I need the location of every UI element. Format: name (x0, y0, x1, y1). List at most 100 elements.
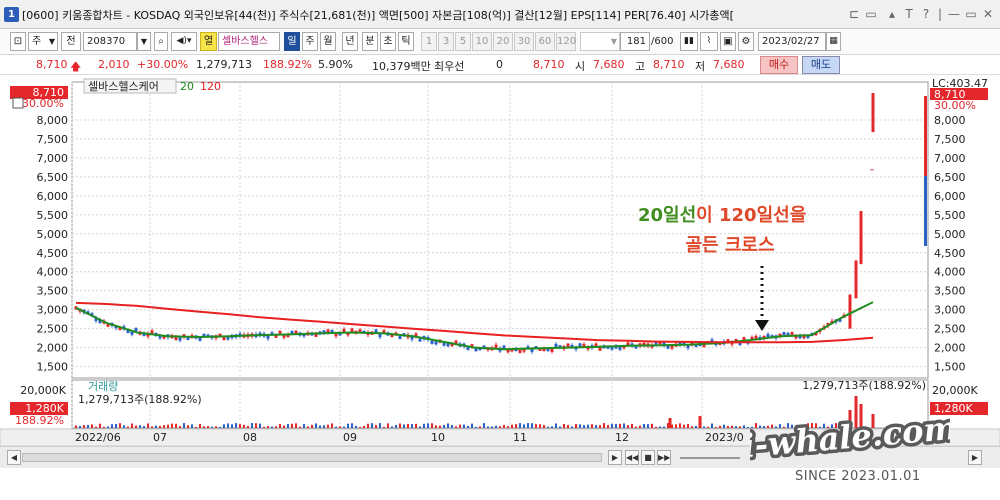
volume-bar (507, 426, 509, 428)
interval-30[interactable]: 30 (514, 32, 534, 51)
zoom-slider[interactable] (680, 457, 740, 459)
y-tick-label-right: 7,000 (934, 152, 966, 165)
caret-up-icon[interactable]: ▴ (885, 6, 899, 22)
volume-bar (587, 424, 589, 428)
tab-minute[interactable]: 분 (362, 32, 378, 51)
chart-panel[interactable]: 8,000 8,000 7,500 7,500 7,000 7,000 6,500 6,500… (0, 76, 1000, 447)
tab-month[interactable]: 월 (320, 32, 336, 51)
col-button[interactable]: 열 (200, 32, 217, 51)
volume-bar (491, 426, 493, 428)
candle-body (518, 349, 522, 353)
close-icon[interactable]: ✕ (981, 6, 995, 22)
save-icon[interactable]: ▣ (720, 32, 736, 51)
sell-button[interactable]: 매도 (802, 56, 840, 74)
interval-60[interactable]: 60 (535, 32, 555, 51)
last-page-icon[interactable]: ▶▶ (657, 450, 671, 465)
count-input[interactable]: 181 (620, 32, 650, 51)
gear-icon[interactable]: ⚙ (738, 32, 754, 51)
window-title: [0600] 키움종합차트 - KOSDAQ 외국인보유[44(천)] 주식수[… (22, 9, 734, 22)
first-page-icon[interactable]: ◀◀ (625, 450, 639, 465)
volume-bar (551, 426, 553, 428)
volume-bar (631, 423, 633, 428)
volume-bar (247, 425, 249, 428)
volume-bar (267, 426, 269, 428)
volume-bar (555, 423, 557, 428)
volume-bar (639, 425, 641, 428)
help-icon[interactable]: ? (919, 6, 933, 22)
interval-5[interactable]: 5 (455, 32, 471, 51)
x-tick-label: 08 (243, 431, 257, 444)
scroll-end-icon[interactable]: ▶ (968, 450, 982, 465)
y-tick-label-left: 2,500 (37, 323, 69, 336)
calendar-icon[interactable]: ▦ (826, 32, 841, 51)
code-dropdown-icon[interactable]: ▼ (137, 32, 151, 51)
x-tick-label: 11 (513, 431, 527, 444)
layout-icon[interactable]: ⊏ (847, 6, 861, 22)
buy-button[interactable]: 매수 (760, 56, 798, 74)
tab-week[interactable]: 주 (302, 32, 318, 51)
sound-icon[interactable]: ◀)▾ (171, 32, 197, 51)
search-icon[interactable]: ⌕ (154, 32, 168, 51)
scroll-track[interactable] (22, 453, 602, 462)
all-select[interactable]: 전 (61, 32, 81, 51)
candle-body (578, 343, 582, 347)
maximize-icon[interactable]: ▭ (964, 6, 978, 22)
volume-bar (655, 426, 657, 428)
tab-year[interactable]: 년 (342, 32, 358, 51)
price-chart[interactable]: 8,000 8,000 7,500 7,500 7,000 7,000 6,500 6,500… (0, 76, 1000, 447)
volume-ratio: 188.92% (263, 58, 312, 71)
y-tick-label-left: 7,500 (37, 133, 69, 146)
volume-bar (563, 423, 565, 428)
interval-custom-input[interactable]: ▼ (580, 32, 620, 51)
interval-10[interactable]: 10 (472, 32, 492, 51)
volume-bar (79, 426, 81, 428)
date-input[interactable]: 2023/02/27 (758, 32, 826, 51)
scroll-left-icon[interactable]: ◀ (7, 450, 21, 465)
app-badge: 1 (4, 7, 19, 22)
scroll-right-icon[interactable]: ▶ (608, 450, 622, 465)
volume-value-left: 1,279,713주(188.92%) (78, 393, 202, 406)
tab-second[interactable]: 초 (380, 32, 396, 51)
interval-20[interactable]: 20 (493, 32, 513, 51)
window-icon[interactable]: ▭ (864, 6, 878, 22)
volume-bar (519, 423, 521, 428)
priority-value: 0 (496, 58, 503, 71)
price-change: 2,010 (98, 58, 130, 71)
interval-120[interactable]: 120 (556, 32, 576, 51)
volume-bar (675, 424, 677, 428)
minimize-icon[interactable]: — (947, 6, 961, 22)
volume-bar (531, 423, 533, 428)
volume-bar (487, 426, 489, 428)
volume-bar (583, 425, 585, 428)
chart-type-icon[interactable]: ⊡ (10, 32, 26, 51)
volume-bar (591, 424, 593, 428)
tab-day[interactable]: 일 (284, 32, 300, 51)
compare-icon[interactable]: ▮▮ (680, 32, 698, 51)
volume-bar (123, 425, 125, 428)
interval-1[interactable]: 1 (421, 32, 437, 51)
open-label: 시 (575, 60, 586, 73)
volume-bar (447, 423, 449, 428)
volume-bar (727, 425, 729, 428)
y-tick-label-right: 5,000 (934, 228, 966, 241)
period-select[interactable]: 주 ▼ (28, 32, 58, 51)
y-tick-label-right: 6,500 (934, 171, 966, 184)
interval-3[interactable]: 3 (438, 32, 454, 51)
high-price: 8,710 (653, 58, 685, 71)
draw-tool-icon[interactable]: ⌇ (700, 32, 718, 51)
volume-bar (175, 423, 177, 428)
volume-bar (523, 424, 525, 428)
breakout-candle (848, 294, 852, 329)
volume-bar (303, 424, 305, 428)
quote-info-bar: 8,710 🡅 2,010 +30.00% 1,279,713 188.92% … (0, 55, 1000, 75)
candle-body (378, 334, 382, 338)
stop-icon[interactable]: ■ (641, 450, 655, 465)
volume-bar (223, 424, 225, 428)
volume-bar (695, 425, 697, 428)
tab-tick[interactable]: 틱 (398, 32, 414, 51)
y-tick-label-right: 1,500 (934, 361, 966, 374)
stock-name-field[interactable]: 셀바스헬스 (218, 32, 280, 51)
code-input[interactable]: 208370 (83, 32, 137, 51)
font-icon[interactable]: T (902, 6, 916, 22)
y-tick-label-left: 4,000 (37, 266, 69, 279)
